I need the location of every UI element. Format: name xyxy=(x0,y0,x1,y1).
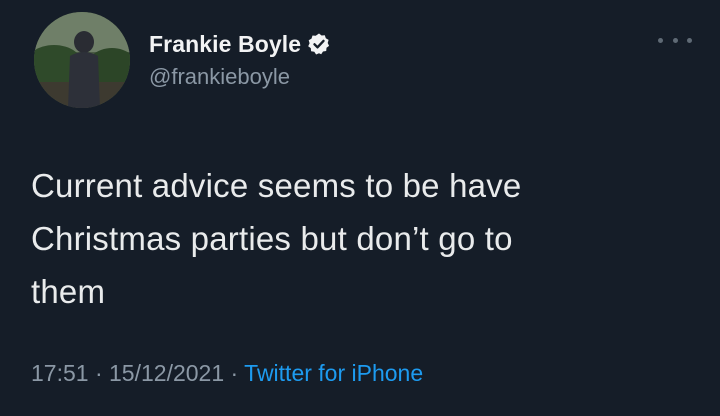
tweet-meta: 17:51 · 15/12/2021 · Twitter for iPhone xyxy=(31,360,423,387)
tweet-date[interactable]: 15/12/2021 xyxy=(109,360,224,386)
author-display-name[interactable]: Frankie Boyle xyxy=(149,31,301,58)
dot-icon xyxy=(672,37,678,43)
avatar-photo xyxy=(34,12,130,108)
tweet-text-line: Christmas parties but don’t go to xyxy=(31,220,513,257)
tweet-text-line: Current advice seems to be have xyxy=(31,167,522,204)
dot-icon xyxy=(687,37,692,43)
more-options-icon[interactable] xyxy=(658,30,692,50)
dot-icon xyxy=(658,37,663,43)
avatar[interactable] xyxy=(34,12,130,108)
author-handle[interactable]: @frankieboyle xyxy=(149,64,290,90)
meta-separator: · xyxy=(94,360,110,386)
tweet-text-line: them xyxy=(31,273,106,310)
author-name-row: Frankie Boyle xyxy=(149,28,331,60)
verified-badge-icon xyxy=(307,32,331,56)
meta-separator: · xyxy=(230,360,245,386)
tweet-time[interactable]: 17:51 xyxy=(31,360,89,386)
tweet-card: Frankie Boyle @frankieboyle Current advi… xyxy=(0,0,720,416)
tweet-source-link[interactable]: Twitter for iPhone xyxy=(244,360,423,386)
tweet-text: Current advice seems to be have Christma… xyxy=(31,159,691,318)
